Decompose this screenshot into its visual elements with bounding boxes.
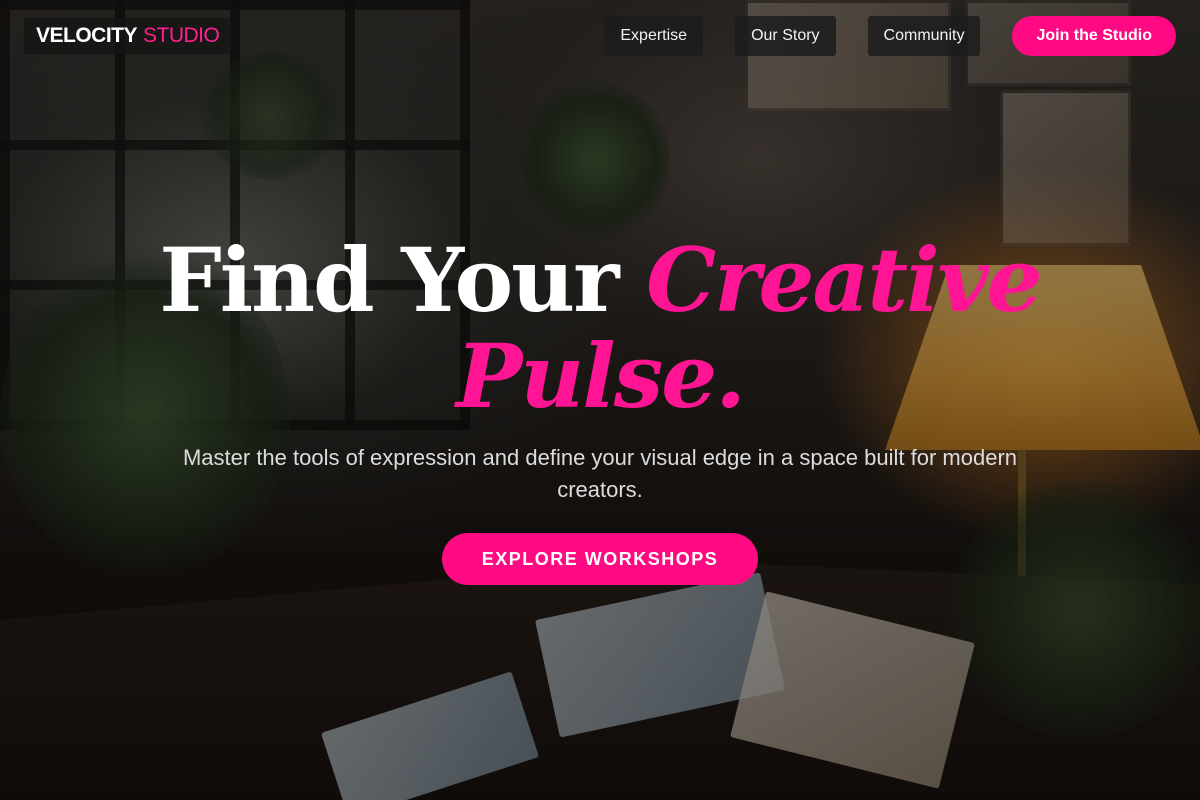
hero-title-accent-creative: Creative — [646, 228, 1043, 332]
hero-title-accent-pulse: Pulse. — [456, 324, 746, 428]
logo-accent-text: STUDIO — [143, 24, 220, 47]
main-nav: Expertise Our Story Community Join the S… — [604, 16, 1176, 56]
explore-workshops-button[interactable]: EXPLORE WORKSHOPS — [442, 533, 758, 585]
site-logo[interactable]: VELOCITY STUDIO — [24, 18, 232, 54]
hero-title-plain: Find Your — [159, 228, 619, 332]
hero-subtitle: Master the tools of expression and defin… — [182, 445, 1018, 502]
nav-link-expertise[interactable]: Expertise — [604, 16, 704, 56]
logo-primary-text: VELOCITY — [36, 24, 138, 47]
hero-title: Find Your Creative Pulse. — [0, 232, 1200, 424]
nav-link-community[interactable]: Community — [867, 16, 981, 56]
nav-link-our-story[interactable]: Our Story — [735, 16, 836, 56]
join-studio-button[interactable]: Join the Studio — [1012, 16, 1176, 56]
